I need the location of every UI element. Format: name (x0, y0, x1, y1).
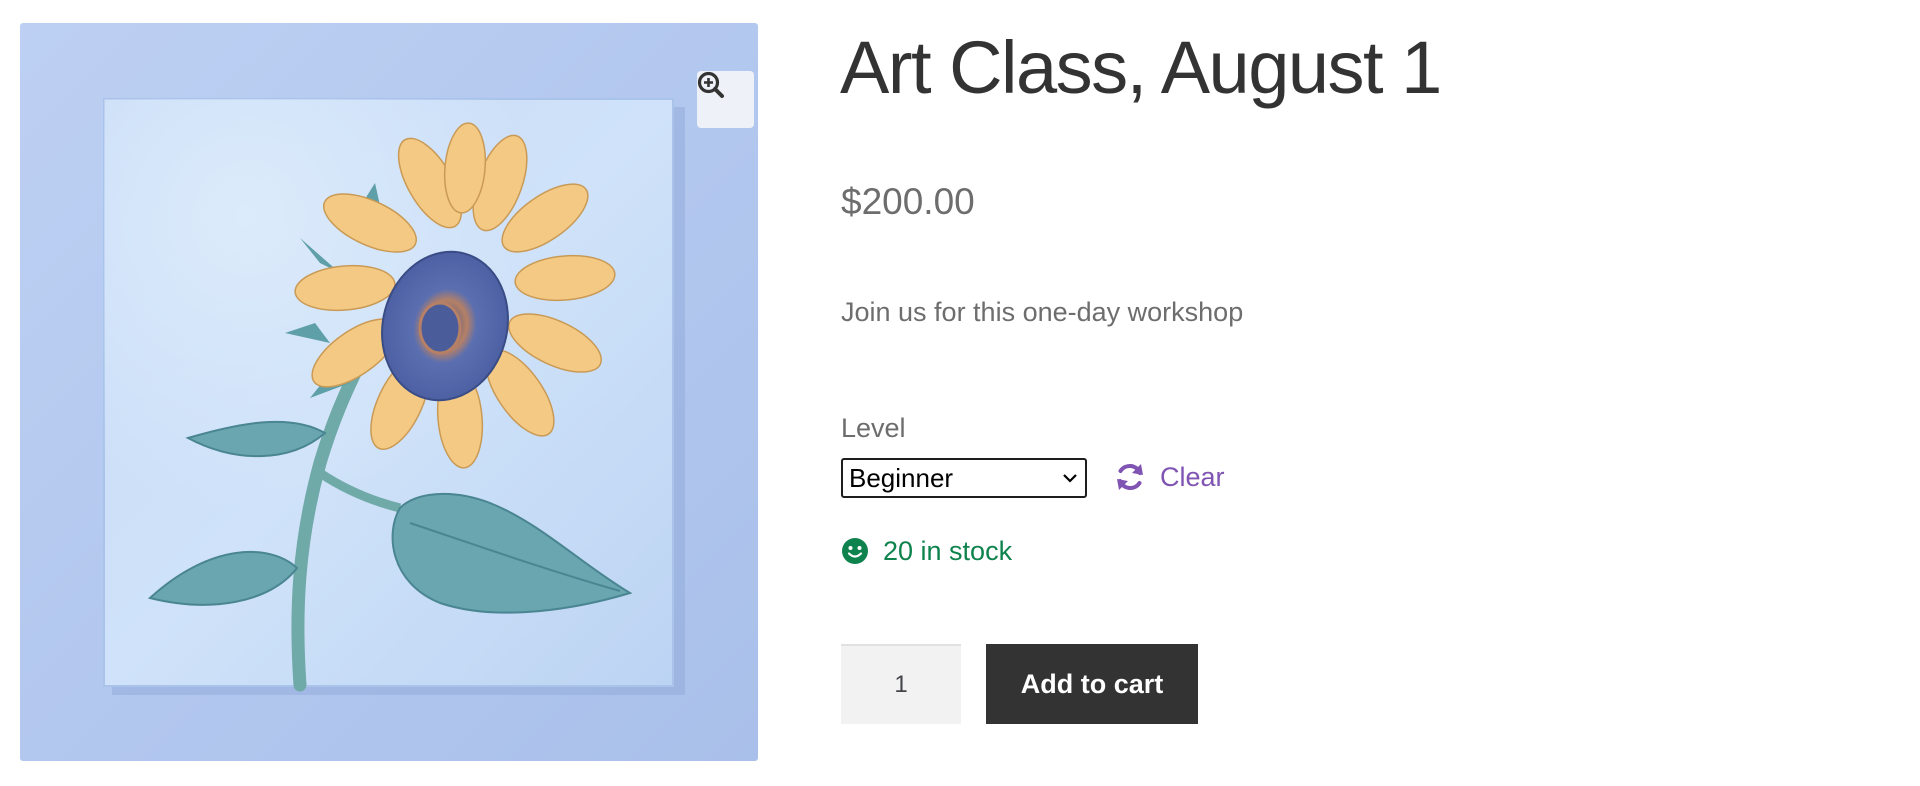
stock-text: 20 in stock (883, 535, 1013, 566)
clear-link[interactable]: Clear (1114, 457, 1225, 497)
clear-label: Clear (1160, 461, 1225, 492)
refresh-icon (1117, 463, 1143, 491)
add-to-cart-button[interactable]: Add to cart (986, 644, 1198, 724)
smiley-icon (842, 538, 868, 564)
zoom-in-icon (697, 71, 724, 98)
quantity-input[interactable] (841, 644, 961, 724)
product-image-gallery (20, 23, 758, 761)
stock-status: 20 in stock (841, 535, 1012, 567)
product-price: $200.00 (841, 181, 975, 222)
sunflower-painting-image (103, 98, 685, 695)
level-select[interactable]: Beginner (841, 458, 1087, 498)
level-select-value: Beginner (849, 462, 954, 493)
chevron-down-icon (1063, 474, 1077, 483)
product-description: Join us for this one-day workshop (841, 297, 1244, 327)
level-label: Level (841, 413, 906, 443)
zoom-button[interactable] (697, 71, 754, 128)
product-title: Art Class, August 1 (840, 26, 1442, 109)
